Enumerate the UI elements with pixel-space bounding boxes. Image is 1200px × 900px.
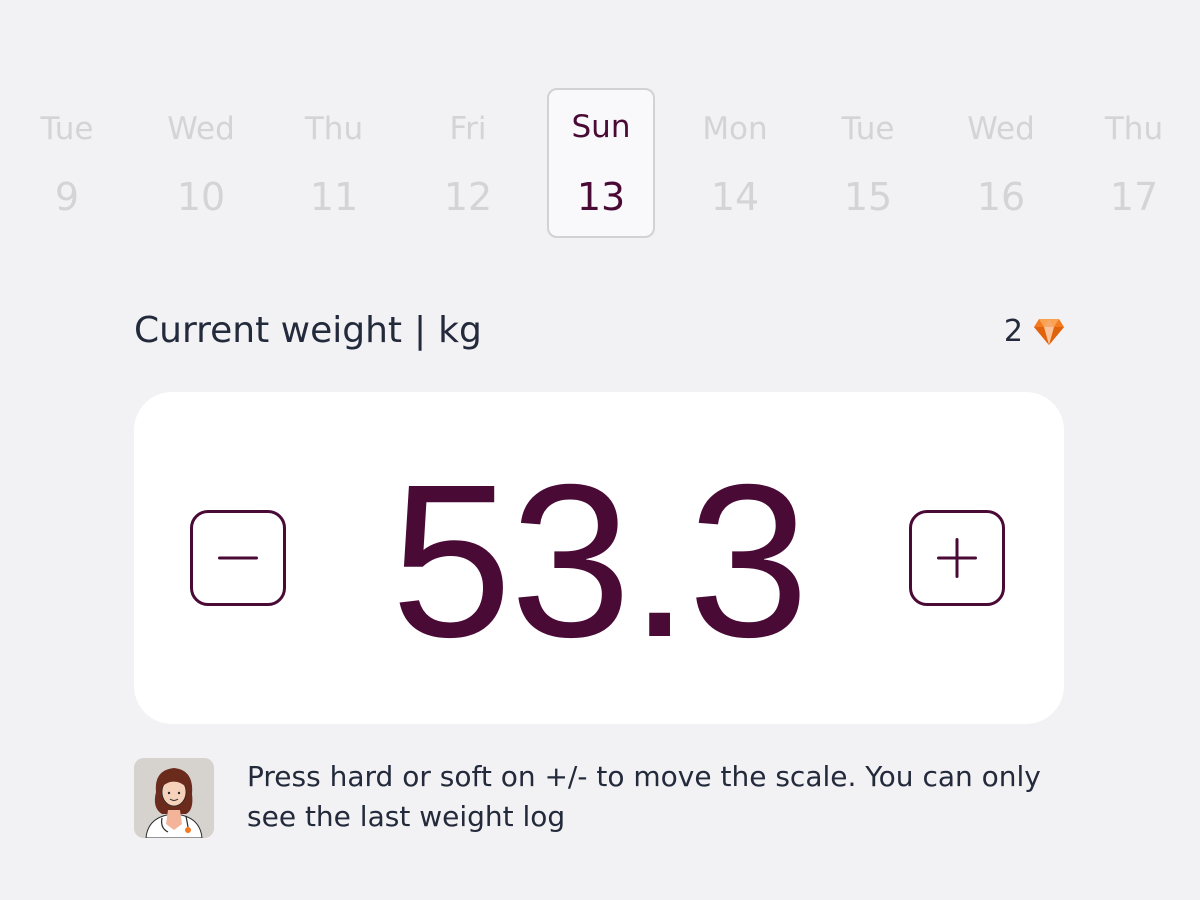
weight-heading: Current weight | kg xyxy=(134,308,482,354)
gem-count: 2 xyxy=(1003,314,1023,349)
day-number: 15 xyxy=(843,175,893,219)
day-item[interactable]: Thu 17 xyxy=(1080,88,1188,238)
day-of-week: Tue xyxy=(841,111,895,147)
day-of-week: Thu xyxy=(1104,111,1164,147)
day-item-selected[interactable]: Sun 13 xyxy=(547,88,655,238)
day-item[interactable]: Mon 14 xyxy=(681,88,789,238)
doctor-avatar xyxy=(134,758,214,838)
day-number: 9 xyxy=(54,175,80,219)
day-number: 17 xyxy=(1109,175,1159,219)
day-of-week: Fri xyxy=(449,111,487,147)
day-of-week: Tue xyxy=(40,111,94,147)
increase-weight-button[interactable] xyxy=(909,510,1005,606)
day-item[interactable]: Thu 11 xyxy=(280,88,388,238)
weight-title: Current weight xyxy=(134,310,403,351)
day-of-week: Mon xyxy=(702,111,768,147)
minus-icon xyxy=(218,556,258,560)
day-number: 12 xyxy=(443,175,493,219)
title-separator: | xyxy=(414,310,427,351)
day-of-week: Wed xyxy=(167,111,235,147)
day-item[interactable]: Wed 10 xyxy=(147,88,255,238)
day-item[interactable]: Tue 9 xyxy=(13,88,121,238)
day-item[interactable]: Wed 16 xyxy=(947,88,1055,238)
weight-unit: kg xyxy=(438,310,482,351)
day-item[interactable]: Tue 15 xyxy=(814,88,922,238)
day-number: 13 xyxy=(576,175,626,219)
day-number: 11 xyxy=(309,175,359,219)
day-of-week: Thu xyxy=(304,111,364,147)
decrease-weight-button[interactable] xyxy=(190,510,286,606)
date-strip: Tue 9 Wed 10 Thu 11 Fri 12 Sun 13 Mon 14… xyxy=(0,88,1200,238)
day-item[interactable]: Fri 12 xyxy=(414,88,522,238)
day-number: 16 xyxy=(976,175,1026,219)
diamond-icon xyxy=(1034,319,1064,345)
day-number: 10 xyxy=(176,175,226,219)
day-number: 14 xyxy=(710,175,760,219)
weight-card: 53.3 xyxy=(134,392,1064,724)
day-of-week: Sun xyxy=(571,109,631,145)
weight-hint-text: Press hard or soft on +/- to move the sc… xyxy=(247,760,1041,833)
day-of-week: Wed xyxy=(967,111,1035,147)
plus-icon xyxy=(937,538,977,578)
weight-value: 53.3 xyxy=(390,440,809,683)
gem-counter: 2 xyxy=(1004,312,1065,352)
